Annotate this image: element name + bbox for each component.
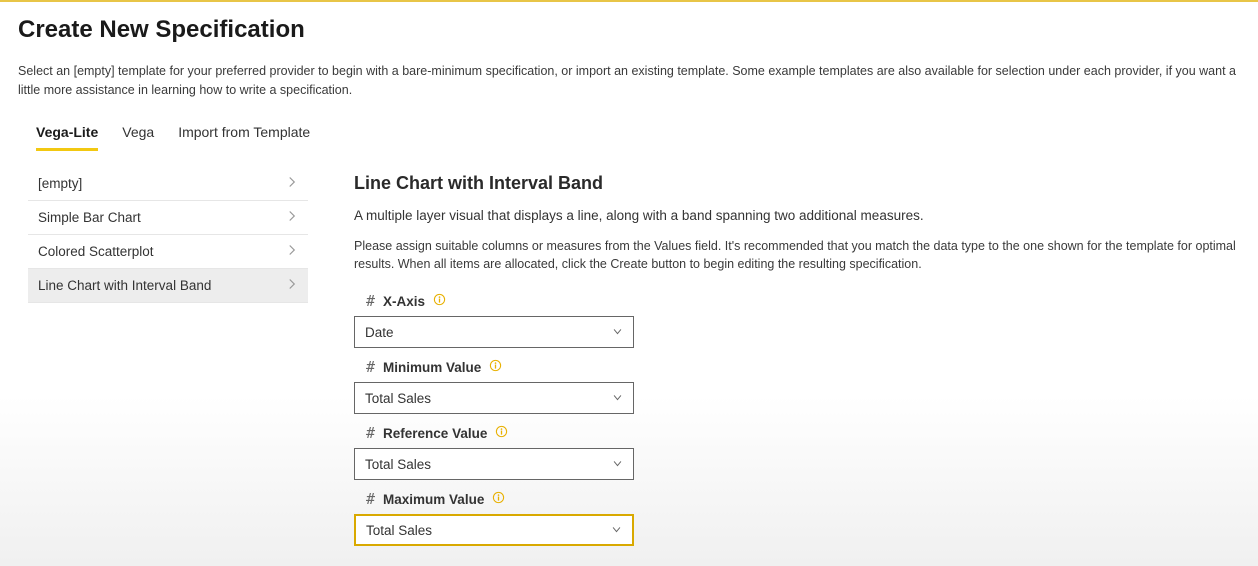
chevron-right-icon <box>286 210 298 225</box>
field-label: # Reference Value <box>354 424 1240 442</box>
dropdown-value: Total Sales <box>365 457 431 472</box>
chevron-right-icon <box>286 278 298 293</box>
dropdown-value: Total Sales <box>366 523 432 538</box>
template-item-simple-bar[interactable]: Simple Bar Chart <box>28 201 308 235</box>
field-maximum-value: # Maximum Value Total Sales <box>354 490 1240 546</box>
tab-vega-lite[interactable]: Vega-Lite <box>36 118 98 151</box>
field-label: # X-Axis <box>354 292 1240 310</box>
chevron-down-icon <box>612 457 623 472</box>
page-title: Create New Specification <box>18 16 1240 44</box>
dropdown-value: Date <box>365 325 394 340</box>
chevron-down-icon <box>611 523 622 538</box>
chevron-right-icon <box>286 176 298 191</box>
field-label-text: Reference Value <box>383 426 487 441</box>
chevron-right-icon <box>286 244 298 259</box>
field-label-text: X-Axis <box>383 294 425 309</box>
template-item-label: [empty] <box>38 176 82 191</box>
page-description: Select an [empty] template for your pref… <box>18 62 1240 100</box>
tab-import-template[interactable]: Import from Template <box>178 118 310 151</box>
tab-vega[interactable]: Vega <box>122 118 154 151</box>
template-item-label: Colored Scatterplot <box>38 244 154 259</box>
dropdown-maximum-value[interactable]: Total Sales <box>354 514 634 546</box>
field-x-axis: # X-Axis Date <box>354 292 1240 348</box>
dropdown-reference-value[interactable]: Total Sales <box>354 448 634 480</box>
field-label-text: Minimum Value <box>383 360 481 375</box>
field-minimum-value: # Minimum Value Total Sales <box>354 358 1240 414</box>
chevron-down-icon <box>612 391 623 406</box>
field-label: # Minimum Value <box>354 358 1240 376</box>
tab-bar: Vega-Lite Vega Import from Template <box>18 118 1240 151</box>
field-label-text: Maximum Value <box>383 492 484 507</box>
dropdown-value: Total Sales <box>365 391 431 406</box>
template-item-label: Line Chart with Interval Band <box>38 278 211 293</box>
detail-title: Line Chart with Interval Band <box>354 173 1240 194</box>
detail-instructions: Please assign suitable columns or measur… <box>354 237 1240 275</box>
template-item-empty[interactable]: [empty] <box>28 167 308 201</box>
hash-icon: # <box>366 490 375 508</box>
info-icon[interactable] <box>492 491 505 507</box>
hash-icon: # <box>366 292 375 310</box>
field-reference-value: # Reference Value Total Sales <box>354 424 1240 480</box>
hash-icon: # <box>366 424 375 442</box>
chevron-down-icon <box>612 325 623 340</box>
template-list: [empty] Simple Bar Chart Colored Scatter… <box>28 167 308 557</box>
field-label: # Maximum Value <box>354 490 1240 508</box>
template-item-colored-scatter[interactable]: Colored Scatterplot <box>28 235 308 269</box>
info-icon[interactable] <box>495 425 508 441</box>
dropdown-x-axis[interactable]: Date <box>354 316 634 348</box>
detail-subtitle: A multiple layer visual that displays a … <box>354 208 1240 223</box>
info-icon[interactable] <box>489 359 502 375</box>
dropdown-minimum-value[interactable]: Total Sales <box>354 382 634 414</box>
detail-panel: Line Chart with Interval Band A multiple… <box>354 167 1240 557</box>
hash-icon: # <box>366 358 375 376</box>
info-icon[interactable] <box>433 293 446 309</box>
template-item-label: Simple Bar Chart <box>38 210 141 225</box>
template-item-line-interval[interactable]: Line Chart with Interval Band <box>28 269 308 303</box>
